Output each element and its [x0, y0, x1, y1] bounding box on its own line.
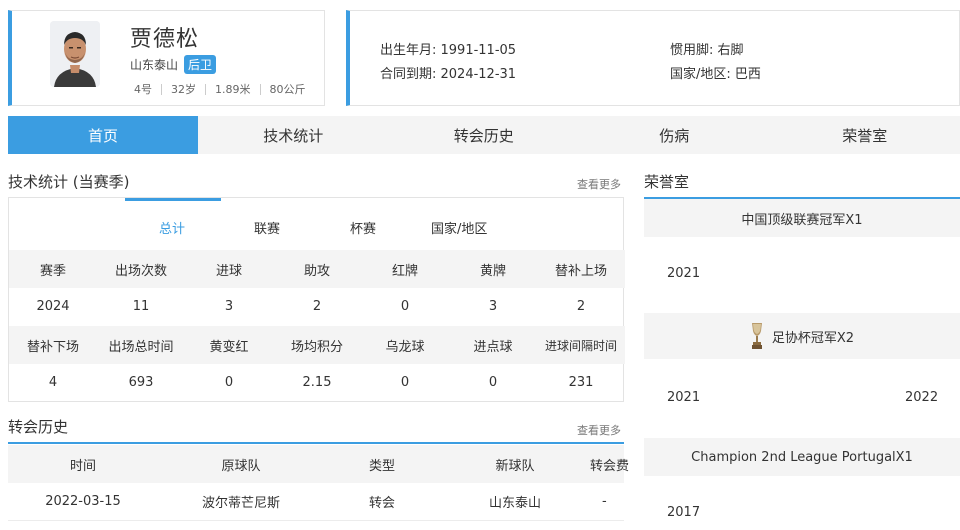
- subtab-cup[interactable]: 杯赛: [350, 218, 376, 237]
- col-header: 原球队: [221, 458, 261, 474]
- trophy-icon: [751, 323, 762, 349]
- tab-home[interactable]: 首页: [8, 116, 198, 154]
- col-header: 红牌: [391, 263, 418, 279]
- player-name: 贾德松: [130, 27, 200, 52]
- subtab-total[interactable]: 总计: [159, 218, 185, 237]
- transfer-date: 2022-03-15: [45, 494, 121, 509]
- player-meta: 4号 32岁 1.89米 80公斤: [134, 81, 306, 97]
- col-header: 黄变红: [209, 339, 249, 355]
- transfer-fee: -: [602, 494, 607, 509]
- stat-value: 2: [576, 298, 586, 314]
- position-badge: 后卫: [184, 55, 217, 74]
- divider: [259, 83, 261, 95]
- honor-label: 中国顶级联赛冠军X1: [741, 212, 863, 228]
- subtab-league[interactable]: 联赛: [254, 218, 280, 237]
- col-header: 乌龙球: [385, 339, 425, 355]
- stats-value-row-1: 2024 11 3 2 0 3 2: [9, 288, 625, 324]
- stat-value: 0: [400, 374, 410, 390]
- transfer-title-rule: [8, 442, 624, 444]
- stat-value: 0: [400, 298, 410, 314]
- stat-value: 4: [48, 374, 58, 390]
- player-age: 32岁: [171, 83, 196, 96]
- table-row: 2022-03-15 波尔蒂芒尼斯 转会 山东泰山 -: [8, 483, 624, 521]
- subtab-national[interactable]: 国家/地区: [431, 218, 487, 237]
- honor-label: 足协杯冠军X2: [771, 330, 855, 346]
- col-header: 新球队: [495, 458, 535, 474]
- nationality: 国家/地区: 巴西: [670, 67, 761, 82]
- honor-item: 中国顶级联赛冠军X1: [644, 199, 960, 237]
- tab-transfers[interactable]: 转会历史: [389, 116, 580, 154]
- player-profile-card: 贾德松 山东泰山 后卫 4号 32岁 1.89米 80公斤: [8, 10, 325, 106]
- shirt-number: 4号: [134, 83, 152, 96]
- col-header: 黄牌: [479, 263, 506, 279]
- stats-section-title: 技术统计 (当赛季): [8, 173, 130, 191]
- col-header: 转会费: [590, 458, 630, 474]
- col-header: 时间: [69, 458, 96, 474]
- honor-year: 2017: [667, 505, 701, 520]
- team-name[interactable]: 山东泰山: [130, 56, 178, 73]
- divider: [161, 83, 162, 95]
- birth-date: 出生年月: 1991-11-05: [380, 43, 517, 58]
- stat-value: 2.15: [302, 374, 332, 390]
- transfer-table-header: 时间 原球队 类型 新球队 转会费: [8, 445, 630, 483]
- player-info-card: 出生年月: 1991-11-05 合同到期: 2024-12-31 惯用脚: 右…: [346, 10, 960, 106]
- col-header: 替补上场: [554, 263, 607, 279]
- divider: [205, 83, 206, 95]
- sub-tab-indicator: [125, 198, 221, 201]
- tab-honors[interactable]: 荣誉室: [770, 116, 960, 154]
- stat-value: 693: [128, 374, 154, 390]
- stats-header-row-2: 替补下场 出场总时间 黄变红 场均积分 乌龙球 进点球 进球间隔时间: [9, 326, 625, 364]
- tab-injuries[interactable]: 伤病: [579, 116, 770, 154]
- col-header: 进球间隔时间: [544, 338, 617, 353]
- player-weight: 80公斤: [269, 83, 306, 96]
- transfer-more-link[interactable]: 查看更多: [577, 422, 621, 438]
- player-height: 1.89米: [215, 83, 251, 96]
- stat-value: 2024: [36, 298, 70, 314]
- stat-value: 0: [488, 374, 498, 390]
- stat-value: 0: [224, 374, 234, 390]
- stat-value: 11: [132, 298, 150, 314]
- contract-expiry: 合同到期: 2024-12-31: [380, 67, 517, 82]
- honors-section-title: 荣誉室: [644, 173, 690, 191]
- stats-header-row-1: 赛季 出场次数 进球 助攻 红牌 黄牌 替补上场: [9, 250, 625, 288]
- col-header: 进点球: [473, 339, 513, 355]
- honor-item: 足协杯冠军X2: [644, 313, 960, 359]
- col-header: 助攻: [303, 263, 330, 279]
- honor-year: 2021: [667, 390, 701, 405]
- stat-value: 231: [568, 374, 594, 390]
- main-tabs: 首页 技术统计 转会历史 伤病 荣誉室: [8, 116, 960, 154]
- col-header: 替补下场: [26, 339, 79, 355]
- stats-value-row-2: 4 693 0 2.15 0 0 231: [9, 364, 625, 400]
- col-header: 场均积分: [290, 339, 343, 355]
- stat-value: 3: [488, 298, 498, 314]
- honor-year: 2022: [905, 390, 939, 405]
- team-line: 山东泰山 后卫: [130, 55, 217, 74]
- col-header: 出场次数: [114, 263, 167, 279]
- transfer-section-title: 转会历史: [8, 418, 69, 436]
- transfer-to-team[interactable]: 山东泰山: [440, 483, 590, 520]
- preferred-foot: 惯用脚: 右脚: [670, 43, 744, 58]
- honor-item: Champion 2nd League PortugalX1: [644, 438, 960, 476]
- transfer-type: 转会: [368, 496, 395, 511]
- col-header: 赛季: [39, 263, 66, 279]
- stats-more-link[interactable]: 查看更多: [577, 176, 621, 192]
- player-avatar: [50, 21, 100, 87]
- honor-label: Champion 2nd League PortugalX1: [691, 449, 913, 465]
- stat-value: 2: [312, 298, 322, 314]
- col-header: 出场总时间: [108, 339, 174, 355]
- col-header: 类型: [368, 458, 395, 474]
- honor-year: 2021: [667, 266, 701, 281]
- tab-stats[interactable]: 技术统计: [198, 116, 389, 154]
- stats-box: 总计 联赛 杯赛 国家/地区 赛季 出场次数 进球 助攻 红牌 黄牌 替补上场 …: [8, 197, 625, 402]
- stat-value: 3: [224, 298, 234, 314]
- transfer-from-team[interactable]: 波尔蒂芒尼斯: [158, 483, 324, 520]
- col-header: 进球: [215, 263, 242, 279]
